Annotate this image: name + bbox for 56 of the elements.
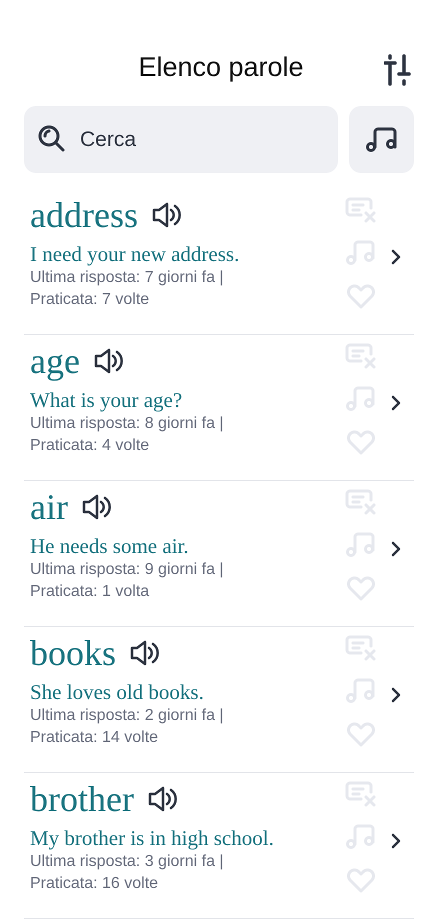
stats-text: Praticata: 14 volte [30,728,160,748]
music-note-icon[interactable] [346,678,376,704]
speaker-icon[interactable] [152,201,182,229]
chevron-right-icon[interactable] [391,540,401,556]
heart-icon[interactable] [347,867,375,893]
word-row[interactable]: books She loves old books. Ultima risposta: 2 giorni fa | Praticata: 14 volte [24,627,414,773]
word-title: books [30,632,116,675]
chevron-right-icon[interactable] [391,832,401,848]
speaker-icon[interactable] [94,347,124,375]
stats-text: Ultima risposta: 8 giorni fa | [30,414,225,434]
word-row[interactable]: address I need your new address. Ultima risposta: 7 giorni fa | Praticata: 7 volte [24,189,414,335]
stats-text: Ultima risposta: 3 giorni fa | [30,852,225,872]
word-row[interactable]: brother My brother is in high school. Ultima risposta: 3 giorni fa | Praticata: 16 volte [24,773,414,919]
music-note-icon[interactable] [346,532,376,558]
speaker-icon[interactable] [82,493,112,521]
word-title: age [30,340,80,383]
search-icon [37,124,67,154]
example-sentence: She loves old books. [30,679,205,705]
word-title: air [30,486,68,529]
chevron-right-icon[interactable] [391,248,401,264]
example-sentence: My brother is in high school. [30,825,275,851]
music-note-icon[interactable] [346,824,376,850]
page-title: Elenco parole [137,51,304,84]
chevron-right-icon[interactable] [391,394,401,410]
heart-icon[interactable] [347,283,375,309]
music-note-icon [366,126,398,152]
remove-list-icon[interactable] [345,343,377,369]
stats-text: Ultima risposta: 7 giorni fa | [30,268,225,288]
search-field[interactable]: Cerca [24,106,338,173]
example-sentence: He needs some air. [30,533,190,559]
remove-list-icon[interactable] [345,489,377,515]
word-title: brother [30,778,134,821]
word-row[interactable]: air He needs some air. Ultima risposta: 9 giorni fa | Praticata: 1 volta [24,481,414,627]
example-sentence: What is your age? [30,387,184,413]
music-note-icon[interactable] [346,240,376,266]
heart-icon[interactable] [347,721,375,747]
stats-text: Praticata: 16 volte [30,874,160,894]
speaker-icon[interactable] [130,639,160,667]
heart-icon[interactable] [347,429,375,455]
stats-text: Praticata: 7 volte [30,290,150,310]
chevron-right-icon[interactable] [391,686,401,702]
remove-list-icon[interactable] [345,197,377,223]
example-sentence: I need your new address. [30,241,240,267]
speaker-icon[interactable] [148,785,178,813]
stats-text: Praticata: 4 volte [30,436,150,456]
word-row[interactable]: age What is your age? Ultima risposta: 8 giorni fa | Praticata: 4 volte [24,335,414,481]
stats-text: Ultima risposta: 2 giorni fa | [30,706,225,726]
stats-text: Ultima risposta: 9 giorni fa | [30,560,225,580]
music-note-icon[interactable] [346,386,376,412]
remove-list-icon[interactable] [345,781,377,807]
music-filter-button[interactable] [349,106,414,173]
filter-sliders-icon[interactable] [384,52,412,88]
remove-list-icon[interactable] [345,635,377,661]
heart-icon[interactable] [347,575,375,601]
word-title: address [30,194,138,237]
stats-text: Praticata: 1 volta [30,582,150,602]
